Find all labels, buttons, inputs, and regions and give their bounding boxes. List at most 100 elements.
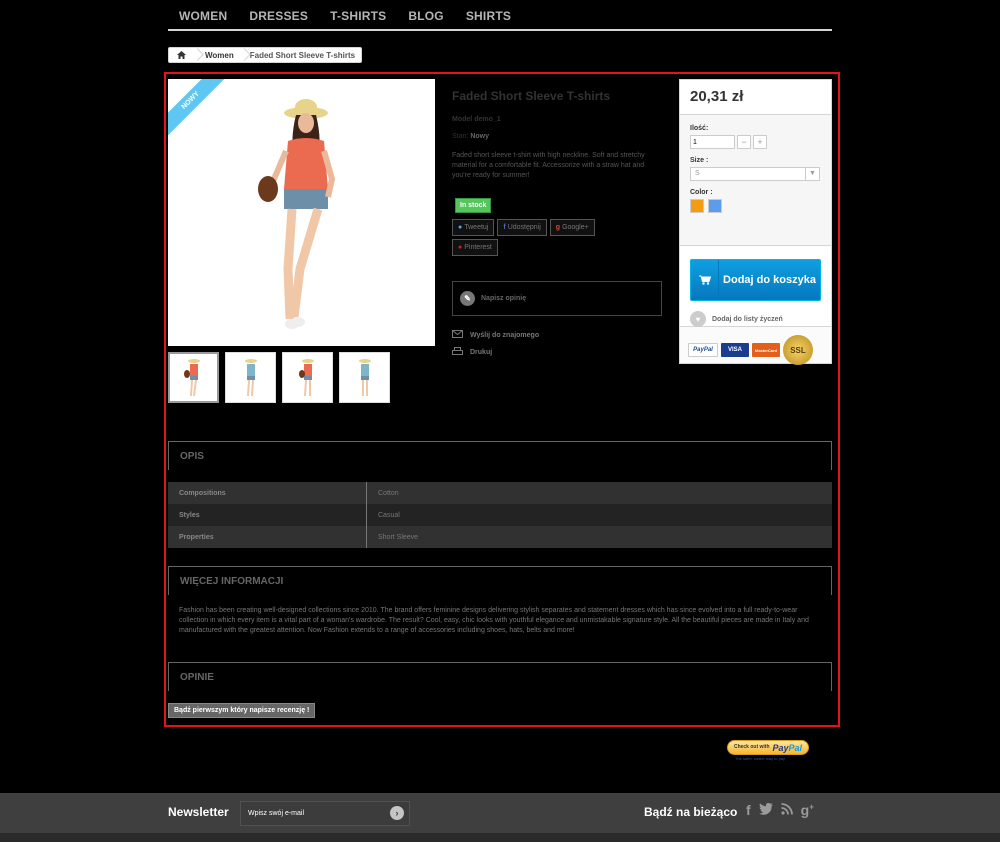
feature-name: Compositions — [168, 482, 367, 504]
increase-quantity-button[interactable]: + — [753, 135, 767, 149]
breadcrumb: Women Faded Short Sleeve T-shirts — [168, 47, 363, 63]
mastercard-logo: MasterCard — [752, 343, 780, 357]
envelope-icon — [452, 330, 463, 340]
newsletter-bar: Newsletter Wpisz swój e-mail › Bądź na b… — [0, 793, 1000, 833]
product-main-image[interactable]: NOWY — [168, 79, 435, 346]
reference-value: demo_1 — [474, 116, 501, 123]
product-price: 20,31 zł — [690, 88, 744, 105]
newsletter-label: Newsletter — [168, 805, 229, 819]
color-swatch-blue[interactable] — [708, 199, 722, 213]
google-plus-button[interactable]: g Google+ — [549, 219, 595, 236]
add-to-cart-button[interactable]: Dodaj do koszyka — [690, 259, 821, 301]
breadcrumb-category[interactable]: Women — [203, 51, 240, 60]
social-links: f g+ — [746, 802, 814, 818]
footer-bottom — [0, 833, 1000, 842]
tweet-label: Tweetuj — [464, 224, 489, 231]
color-swatch-orange[interactable] — [690, 199, 704, 213]
home-icon[interactable] — [169, 48, 193, 62]
chevron-down-icon: ▼ — [805, 168, 819, 180]
reviews-heading: OPINIE — [168, 662, 832, 691]
thumbnail[interactable] — [282, 352, 333, 403]
wishlist-link[interactable]: ♥ Dodaj do listy życzeń — [690, 311, 821, 327]
feature-value: Casual — [378, 512, 400, 519]
send-to-friend-label: Wyślij do znajomego — [470, 331, 540, 339]
data-sheet-heading: OPIS — [168, 441, 832, 470]
tweet-button[interactable]: ● Tweetuj — [452, 219, 495, 236]
google-plus-label: Google+ — [562, 224, 589, 231]
paypal-checkout-button[interactable]: Check out with PayPal — [727, 740, 809, 755]
quantity-input[interactable] — [690, 135, 735, 149]
thumbnail[interactable] — [339, 352, 390, 403]
menu-item-blog[interactable]: BLOG — [397, 0, 454, 29]
facebook-icon: f — [503, 224, 506, 231]
pinterest-button[interactable]: ● Pinterest — [452, 239, 498, 256]
reference-label: Model — [452, 116, 473, 123]
condition-label: Stan: — [452, 133, 469, 140]
paypal-checkout-label: Check out with — [733, 744, 770, 750]
rss-icon[interactable] — [781, 802, 793, 818]
paypal-logo: PayPal — [688, 343, 718, 357]
table-row: Compositions Cotton — [168, 482, 832, 504]
cart-icon — [691, 260, 719, 300]
model-photo — [258, 99, 336, 329]
decrease-quantity-button[interactable]: − — [737, 135, 751, 149]
google-plus-icon[interactable]: g+ — [801, 802, 814, 818]
add-to-cart-label: Dodaj do koszyka — [723, 274, 816, 286]
paypal-pay: Pay — [772, 742, 789, 753]
color-swatches — [690, 199, 821, 213]
menu-item-tshirts[interactable]: T-SHIRTS — [319, 0, 397, 29]
feature-name: Properties — [168, 526, 367, 548]
facebook-icon[interactable]: f — [746, 802, 751, 818]
first-review-button[interactable]: Bądź pierwszym który napisze recenzję ! — [168, 703, 316, 718]
buy-box: 20,31 zł Ilość: − + Size : S ▼ Color : — [679, 79, 832, 365]
size-label: Size : — [690, 157, 709, 164]
send-to-friend-link[interactable]: Wyślij do znajomego — [452, 330, 539, 340]
google-plus-icon: g — [555, 224, 561, 231]
wishlist-label: Dodaj do listy życzeń — [712, 315, 783, 323]
thumbnail-list — [168, 352, 390, 403]
more-info-heading: WIĘCEJ INFORMACJI — [168, 566, 832, 595]
menu-item-shirts[interactable]: SHIRTS — [455, 0, 522, 29]
size-value: S — [695, 170, 700, 177]
paypal-pal: Pal — [788, 742, 803, 753]
table-row: Properties Short Sleeve — [168, 526, 832, 548]
facebook-share-button[interactable]: f Udostępnij — [497, 219, 547, 236]
top-menu: WOMEN DRESSES T-SHIRTS BLOG SHIRTS — [168, 0, 832, 31]
newsletter-submit-button[interactable]: › — [390, 806, 404, 820]
feature-value: Cotton — [378, 490, 399, 497]
thumbnail[interactable] — [168, 352, 219, 403]
product-title: Faded Short Sleeve T-shirts — [452, 89, 611, 103]
short-description: Faded short sleeve t-shirt with high nec… — [452, 152, 645, 179]
size-select[interactable]: S ▼ — [690, 167, 820, 181]
breadcrumb-current: Faded Short Sleeve T-shirts — [249, 50, 356, 60]
breadcrumb-separator — [193, 48, 203, 62]
page: WOMEN DRESSES T-SHIRTS BLOG SHIRTS Women… — [0, 0, 1000, 842]
write-review-button[interactable]: ✎ Napisz opinię — [452, 281, 662, 316]
menu-item-women[interactable]: WOMEN — [168, 0, 238, 29]
stock-badge: In stock — [455, 198, 492, 213]
print-link[interactable]: Drukuj — [452, 347, 492, 358]
cart-area: Dodaj do koszyka ♥ Dodaj do listy życzeń — [680, 246, 831, 327]
more-info-text: Fashion has been creating well-designed … — [179, 607, 809, 634]
heart-icon: ♥ — [690, 311, 706, 327]
product-options: Ilość: − + Size : S ▼ Color : — [680, 115, 831, 246]
printer-icon — [452, 347, 463, 358]
price-area: 20,31 zł — [680, 80, 831, 115]
newsletter-email-input[interactable]: Wpisz swój e-mail — [240, 801, 410, 826]
follow-us-label: Bądź na bieżąco — [644, 805, 738, 819]
condition-value: Nowy — [470, 133, 489, 140]
write-review-label: Napisz opinię — [481, 295, 527, 302]
menu-item-dresses[interactable]: DRESSES — [238, 0, 319, 29]
ssl-seal-icon: SSL — [783, 335, 813, 365]
twitter-icon[interactable] — [758, 802, 773, 818]
thumbnail[interactable] — [225, 352, 276, 403]
paypal-logo: PayPal — [773, 743, 803, 753]
quantity-label: Ilość: — [690, 125, 709, 132]
pencil-icon: ✎ — [460, 291, 475, 306]
payment-logos: PayPal VISA MasterCard SSL — [680, 327, 831, 373]
feature-name: Styles — [168, 504, 367, 526]
data-sheet-table: Compositions Cotton Styles Casual Proper… — [168, 482, 832, 548]
product-reference: Model demo_1 — [452, 116, 501, 123]
product-condition: Stan: Nowy — [452, 133, 489, 140]
pinterest-label: Pinterest — [464, 244, 492, 251]
